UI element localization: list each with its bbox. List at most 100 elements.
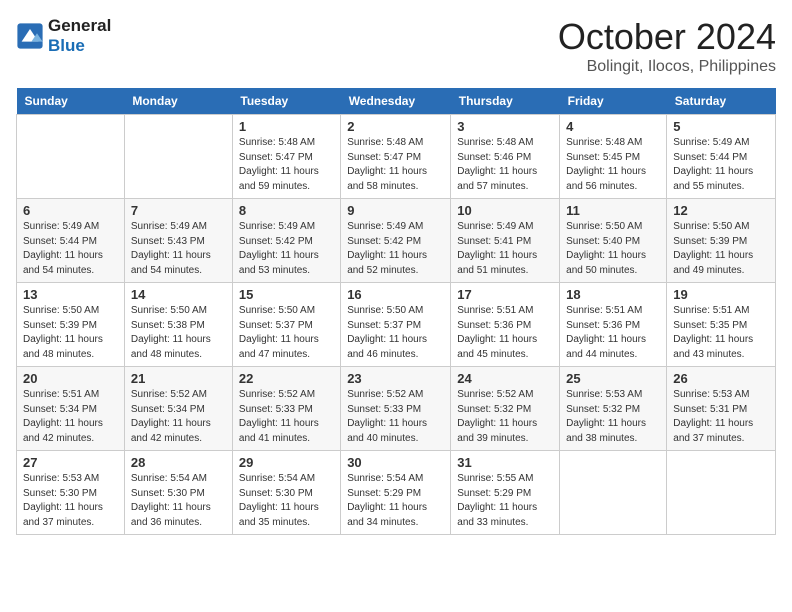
day-info: Sunrise: 5:48 AM Sunset: 5:45 PM Dayligh… bbox=[566, 136, 660, 194]
day-number: 18 bbox=[566, 287, 660, 302]
day-number: 1 bbox=[239, 119, 334, 134]
day-number: 21 bbox=[131, 371, 226, 386]
day-info: Sunrise: 5:49 AM Sunset: 5:42 PM Dayligh… bbox=[347, 220, 444, 278]
weekday-header-sunday: Sunday bbox=[17, 88, 125, 115]
calendar-cell: 17 Sunrise: 5:51 AM Sunset: 5:36 PM Dayli… bbox=[451, 283, 560, 367]
calendar-cell: 21 Sunrise: 5:52 AM Sunset: 5:34 PM Dayli… bbox=[124, 367, 232, 451]
weekday-header-saturday: Saturday bbox=[667, 88, 776, 115]
calendar-cell bbox=[560, 451, 667, 535]
day-info: Sunrise: 5:54 AM Sunset: 5:29 PM Dayligh… bbox=[347, 472, 444, 530]
day-info: Sunrise: 5:52 AM Sunset: 5:34 PM Dayligh… bbox=[131, 388, 226, 446]
calendar-title: October 2024 bbox=[558, 16, 776, 58]
calendar-cell: 13 Sunrise: 5:50 AM Sunset: 5:39 PM Dayli… bbox=[17, 283, 125, 367]
day-number: 8 bbox=[239, 203, 334, 218]
day-number: 15 bbox=[239, 287, 334, 302]
calendar-cell: 12 Sunrise: 5:50 AM Sunset: 5:39 PM Dayli… bbox=[667, 199, 776, 283]
day-info: Sunrise: 5:52 AM Sunset: 5:33 PM Dayligh… bbox=[347, 388, 444, 446]
calendar-cell: 19Sunrise: 5:51 AM Sunset: 5:35 PM Dayli… bbox=[667, 283, 776, 367]
calendar-cell: 5 Sunrise: 5:49 AM Sunset: 5:44 PM Daylig… bbox=[667, 115, 776, 199]
calendar-cell: 16 Sunrise: 5:50 AM Sunset: 5:37 PM Dayli… bbox=[341, 283, 451, 367]
day-number: 28 bbox=[131, 455, 226, 470]
day-number: 3 bbox=[457, 119, 553, 134]
day-number: 2 bbox=[347, 119, 444, 134]
day-info: Sunrise: 5:49 AM Sunset: 5:42 PM Dayligh… bbox=[239, 220, 334, 278]
calendar-cell: 4 Sunrise: 5:48 AM Sunset: 5:45 PM Daylig… bbox=[560, 115, 667, 199]
day-info: Sunrise: 5:51 AM Sunset: 5:36 PM Dayligh… bbox=[566, 304, 660, 362]
day-info: Sunrise: 5:52 AM Sunset: 5:32 PM Dayligh… bbox=[457, 388, 553, 446]
calendar-cell: 6 Sunrise: 5:49 AM Sunset: 5:44 PM Daylig… bbox=[17, 199, 125, 283]
day-info: Sunrise: 5:49 AM Sunset: 5:44 PM Dayligh… bbox=[673, 136, 769, 194]
day-info: Sunrise: 5:50 AM Sunset: 5:38 PM Dayligh… bbox=[131, 304, 226, 362]
day-number: 6 bbox=[23, 203, 118, 218]
calendar-cell: 24 Sunrise: 5:52 AM Sunset: 5:32 PM Dayli… bbox=[451, 367, 560, 451]
weekday-header-row: SundayMondayTuesdayWednesdayThursdayFrid… bbox=[17, 88, 776, 115]
day-number: 25 bbox=[566, 371, 660, 386]
calendar-week-0: 1 Sunrise: 5:48 AM Sunset: 5:47 PM Daylig… bbox=[17, 115, 776, 199]
calendar-cell: 26 Sunrise: 5:53 AM Sunset: 5:31 PM Dayli… bbox=[667, 367, 776, 451]
day-number: 12 bbox=[673, 203, 769, 218]
calendar-week-3: 20 Sunrise: 5:51 AM Sunset: 5:34 PM Dayli… bbox=[17, 367, 776, 451]
day-info: Sunrise: 5:49 AM Sunset: 5:43 PM Dayligh… bbox=[131, 220, 226, 278]
calendar-cell: 9 Sunrise: 5:49 AM Sunset: 5:42 PM Daylig… bbox=[341, 199, 451, 283]
calendar-cell bbox=[17, 115, 125, 199]
day-info: Sunrise: 5:54 AM Sunset: 5:30 PM Dayligh… bbox=[131, 472, 226, 530]
calendar-cell: 18 Sunrise: 5:51 AM Sunset: 5:36 PM Dayli… bbox=[560, 283, 667, 367]
day-number: 9 bbox=[347, 203, 444, 218]
day-info: Sunrise: 5:54 AM Sunset: 5:30 PM Dayligh… bbox=[239, 472, 334, 530]
day-number: 5 bbox=[673, 119, 769, 134]
day-info: Sunrise: 5:53 AM Sunset: 5:31 PM Dayligh… bbox=[673, 388, 769, 446]
day-info: Sunrise: 5:50 AM Sunset: 5:37 PM Dayligh… bbox=[347, 304, 444, 362]
calendar-cell: 31Sunrise: 5:55 AM Sunset: 5:29 PM Dayli… bbox=[451, 451, 560, 535]
calendar-subtitle: Bolingit, Ilocos, Philippines bbox=[558, 58, 776, 76]
day-info: Sunrise: 5:51 AM Sunset: 5:36 PM Dayligh… bbox=[457, 304, 553, 362]
logo-line2: Blue bbox=[48, 36, 111, 56]
day-number: 29 bbox=[239, 455, 334, 470]
day-info: Sunrise: 5:51 AM Sunset: 5:35 PM Dayligh… bbox=[673, 304, 769, 362]
weekday-header-friday: Friday bbox=[560, 88, 667, 115]
day-number: 16 bbox=[347, 287, 444, 302]
calendar-cell bbox=[667, 451, 776, 535]
day-info: Sunrise: 5:50 AM Sunset: 5:40 PM Dayligh… bbox=[566, 220, 660, 278]
calendar-cell: 27 Sunrise: 5:53 AM Sunset: 5:30 PM Dayli… bbox=[17, 451, 125, 535]
day-number: 4 bbox=[566, 119, 660, 134]
day-number: 13 bbox=[23, 287, 118, 302]
day-info: Sunrise: 5:50 AM Sunset: 5:39 PM Dayligh… bbox=[673, 220, 769, 278]
day-info: Sunrise: 5:48 AM Sunset: 5:47 PM Dayligh… bbox=[347, 136, 444, 194]
calendar-cell: 29 Sunrise: 5:54 AM Sunset: 5:30 PM Dayli… bbox=[232, 451, 340, 535]
logo-line1: General bbox=[48, 16, 111, 36]
day-info: Sunrise: 5:49 AM Sunset: 5:44 PM Dayligh… bbox=[23, 220, 118, 278]
day-number: 24 bbox=[457, 371, 553, 386]
day-info: Sunrise: 5:51 AM Sunset: 5:34 PM Dayligh… bbox=[23, 388, 118, 446]
calendar-week-1: 6 Sunrise: 5:49 AM Sunset: 5:44 PM Daylig… bbox=[17, 199, 776, 283]
calendar-cell: 20 Sunrise: 5:51 AM Sunset: 5:34 PM Dayli… bbox=[17, 367, 125, 451]
calendar-cell: 1Sunrise: 5:48 AM Sunset: 5:47 PM Daylig… bbox=[232, 115, 340, 199]
day-info: Sunrise: 5:52 AM Sunset: 5:33 PM Dayligh… bbox=[239, 388, 334, 446]
weekday-header-monday: Monday bbox=[124, 88, 232, 115]
day-info: Sunrise: 5:50 AM Sunset: 5:39 PM Dayligh… bbox=[23, 304, 118, 362]
calendar-cell: 11Sunrise: 5:50 AM Sunset: 5:40 PM Dayli… bbox=[560, 199, 667, 283]
day-number: 23 bbox=[347, 371, 444, 386]
day-number: 20 bbox=[23, 371, 118, 386]
calendar-cell: 23 Sunrise: 5:52 AM Sunset: 5:33 PM Dayli… bbox=[341, 367, 451, 451]
calendar-cell: 7 Sunrise: 5:49 AM Sunset: 5:43 PM Daylig… bbox=[124, 199, 232, 283]
day-number: 17 bbox=[457, 287, 553, 302]
day-info: Sunrise: 5:53 AM Sunset: 5:32 PM Dayligh… bbox=[566, 388, 660, 446]
calendar-cell: 28 Sunrise: 5:54 AM Sunset: 5:30 PM Dayli… bbox=[124, 451, 232, 535]
day-number: 27 bbox=[23, 455, 118, 470]
calendar-cell: 22Sunrise: 5:52 AM Sunset: 5:33 PM Dayli… bbox=[232, 367, 340, 451]
day-number: 26 bbox=[673, 371, 769, 386]
logo-icon bbox=[16, 22, 44, 50]
day-number: 30 bbox=[347, 455, 444, 470]
calendar-cell: 8 Sunrise: 5:49 AM Sunset: 5:42 PM Daylig… bbox=[232, 199, 340, 283]
calendar-table: SundayMondayTuesdayWednesdayThursdayFrid… bbox=[16, 88, 776, 535]
calendar-cell bbox=[124, 115, 232, 199]
header: General Blue October 2024 Bolingit, Iloc… bbox=[16, 16, 776, 76]
day-number: 7 bbox=[131, 203, 226, 218]
weekday-header-wednesday: Wednesday bbox=[341, 88, 451, 115]
day-number: 14 bbox=[131, 287, 226, 302]
calendar-cell: 3Sunrise: 5:48 AM Sunset: 5:46 PM Daylig… bbox=[451, 115, 560, 199]
calendar-cell: 25 Sunrise: 5:53 AM Sunset: 5:32 PM Dayli… bbox=[560, 367, 667, 451]
weekday-header-tuesday: Tuesday bbox=[232, 88, 340, 115]
day-info: Sunrise: 5:53 AM Sunset: 5:30 PM Dayligh… bbox=[23, 472, 118, 530]
calendar-cell: 14 Sunrise: 5:50 AM Sunset: 5:38 PM Dayli… bbox=[124, 283, 232, 367]
